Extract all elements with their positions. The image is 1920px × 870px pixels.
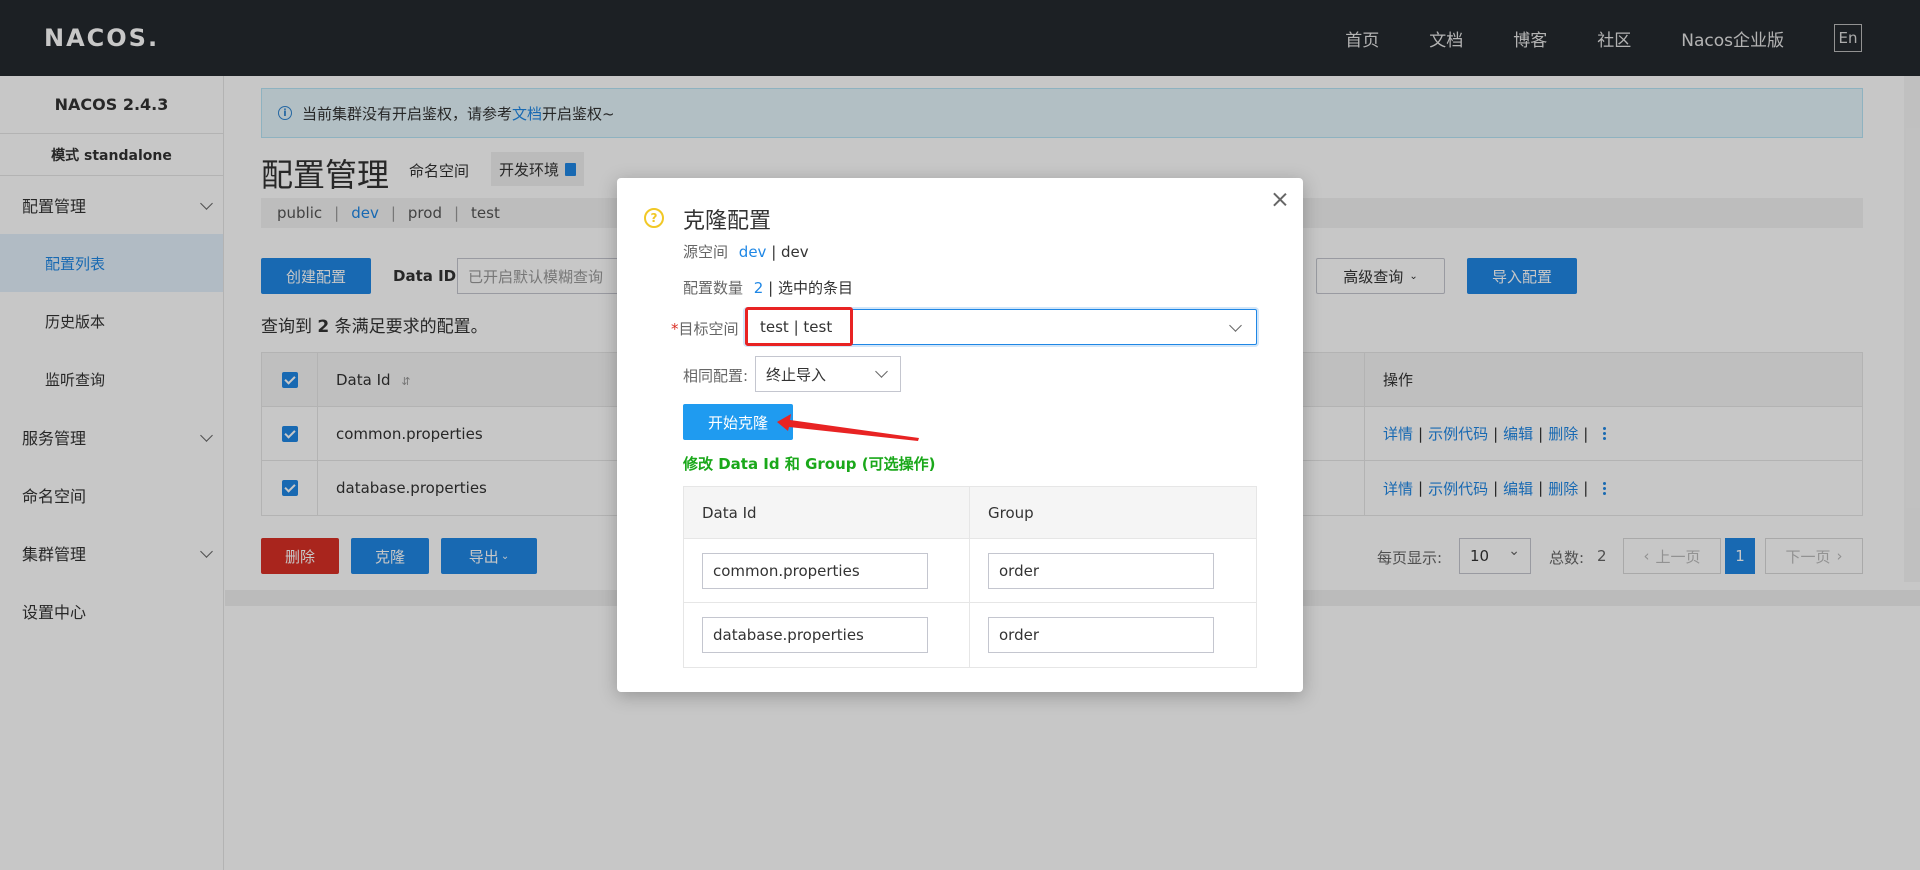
question-icon: ? — [644, 208, 664, 228]
count-suffix: | 选中的条目 — [768, 279, 853, 297]
chevron-down-icon — [875, 365, 888, 378]
source-namespace-name: | dev — [771, 243, 809, 261]
clone-table-header: Data Id Group — [684, 487, 1256, 539]
modify-hint: 修改 Data Id 和 Group (可选操作) — [683, 455, 936, 473]
target-label-text: 目标空间 — [678, 320, 739, 338]
group-input[interactable]: order — [988, 552, 1214, 589]
dataid-cell: common.properties — [684, 539, 970, 602]
same-config-select[interactable]: 终止导入 — [755, 356, 901, 392]
group-input[interactable]: order — [988, 617, 1214, 653]
column-header-dataid: Data Id — [684, 487, 970, 538]
chevron-down-icon — [1229, 319, 1242, 332]
dialog-title: 克隆配置 — [683, 209, 772, 234]
clone-config-dialog: ? 克隆配置 源空间 dev | dev 配置数量 2 | 选中的条目 *目标空… — [617, 178, 1303, 692]
close-icon[interactable] — [1273, 192, 1287, 206]
table-row: database.properties order — [684, 603, 1256, 667]
required-mark: * — [671, 320, 679, 338]
same-config-label: 相同配置: — [683, 367, 749, 385]
target-namespace-label: *目标空间 — [671, 318, 739, 339]
source-namespace-row: 源空间 dev | dev — [683, 241, 809, 262]
dataid-input[interactable]: database.properties — [702, 617, 928, 653]
column-header-group: Group — [988, 503, 1034, 522]
clone-edit-table: Data Id Group common.properties order da… — [683, 486, 1257, 668]
highlight-annotation-box — [745, 307, 853, 346]
group-cell: order — [970, 539, 1256, 602]
same-config-value: 终止导入 — [766, 365, 827, 384]
annotation-arrow — [777, 414, 919, 441]
config-count-row: 配置数量 2 | 选中的条目 — [683, 277, 853, 298]
source-namespace-id: dev — [738, 243, 767, 261]
config-count: 2 — [753, 279, 764, 297]
source-label: 源空间 — [683, 243, 729, 261]
table-row: common.properties order — [684, 539, 1256, 603]
count-label: 配置数量 — [683, 279, 744, 297]
dataid-input[interactable]: common.properties — [702, 552, 928, 589]
dataid-cell: database.properties — [684, 603, 970, 667]
group-cell: order — [970, 603, 1256, 667]
